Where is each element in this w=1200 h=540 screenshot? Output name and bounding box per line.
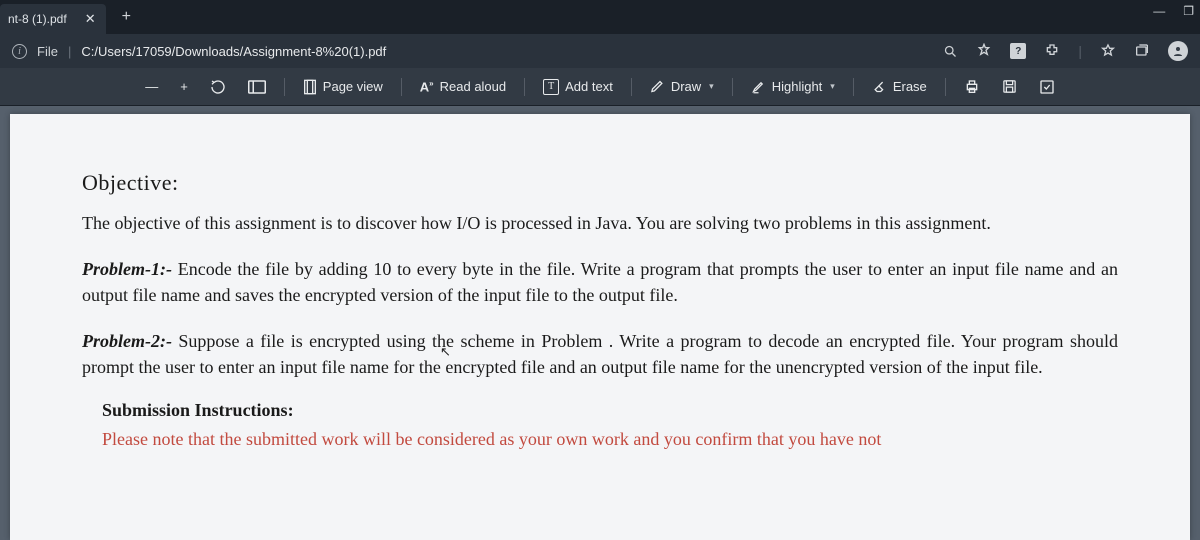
minimize-icon[interactable]: — — [1153, 4, 1165, 18]
erase-label: Erase — [893, 79, 927, 94]
save-button[interactable] — [994, 75, 1025, 98]
highlight-button[interactable]: Highlight ▾ — [743, 75, 843, 98]
problem-1: Problem-1:- Encode the file by adding 10… — [82, 256, 1118, 308]
objective-heading: Objective: — [82, 170, 1118, 196]
favorites-icon[interactable] — [1100, 43, 1116, 59]
zoom-in-button[interactable]: + — [172, 75, 196, 98]
save-as-button[interactable] — [1031, 75, 1063, 99]
draw-label: Draw — [671, 79, 701, 94]
erase-button[interactable]: Erase — [864, 75, 935, 98]
window-controls: — ❐ — [1153, 4, 1194, 18]
browser-tab[interactable]: nt-8 (1).pdf ✕ — [0, 4, 106, 34]
submission-heading: Submission Instructions: — [102, 400, 1118, 421]
read-aloud-label: Read aloud — [440, 79, 507, 94]
url-scheme: File — [37, 44, 58, 59]
problem-2-label: Problem-2:- — [82, 331, 178, 351]
read-aloud-button[interactable]: A» Read aloud — [412, 75, 514, 98]
page-view-label: Page view — [323, 79, 383, 94]
pdf-page: Objective: The objective of this assignm… — [10, 114, 1190, 540]
draw-button[interactable]: Draw ▾ — [642, 75, 722, 98]
browser-tab-strip: nt-8 (1).pdf ✕ + — ❐ — [0, 0, 1200, 34]
add-text-label: Add text — [565, 79, 613, 94]
address-bar: i File | C:/Users/17059/Downloads/Assign… — [0, 34, 1200, 68]
search-icon[interactable] — [943, 44, 958, 59]
restore-icon[interactable]: ❐ — [1183, 4, 1194, 18]
highlight-label: Highlight — [772, 79, 823, 94]
problem-1-body: Encode the file by adding 10 to every by… — [82, 259, 1118, 305]
add-text-button[interactable]: T Add text — [535, 75, 621, 99]
fit-page-button[interactable] — [240, 76, 274, 98]
problem-1-label: Problem-1:- — [82, 259, 178, 279]
chevron-down-icon: ▾ — [709, 81, 714, 92]
problem-2: Problem-2:- Suppose a file is encrypted … — [82, 328, 1118, 380]
problem-2-body: Suppose a file is encrypted using the sc… — [82, 331, 1118, 377]
new-tab-button[interactable]: + — [116, 8, 137, 26]
print-button[interactable] — [956, 75, 988, 99]
cursor-icon: ↖ — [440, 344, 451, 360]
submission-note: Please note that the submitted work will… — [102, 429, 1118, 450]
extensions-icon[interactable] — [1044, 43, 1060, 59]
collections-icon[interactable] — [1134, 43, 1150, 59]
url-path[interactable]: C:/Users/17059/Downloads/Assignment-8%20… — [81, 44, 386, 59]
tab-title: nt-8 (1).pdf — [8, 12, 67, 26]
chevron-down-icon: ▾ — [830, 81, 835, 92]
zoom-out-button[interactable]: — — [137, 75, 166, 98]
read-mode-icon[interactable] — [976, 43, 992, 59]
pdf-toolbar: — + Page view A» Read aloud T Add text D… — [0, 68, 1200, 106]
page-view-button[interactable]: Page view — [295, 75, 391, 99]
objective-body: The objective of this assignment is to d… — [82, 210, 1118, 236]
info-icon[interactable]: i — [12, 44, 27, 59]
close-icon[interactable]: ✕ — [85, 11, 96, 27]
profile-avatar-icon[interactable] — [1168, 41, 1188, 61]
rotate-button[interactable] — [202, 75, 234, 99]
unknown-square-icon[interactable]: ? — [1010, 43, 1026, 59]
pdf-viewport[interactable]: Objective: The objective of this assignm… — [0, 106, 1200, 540]
